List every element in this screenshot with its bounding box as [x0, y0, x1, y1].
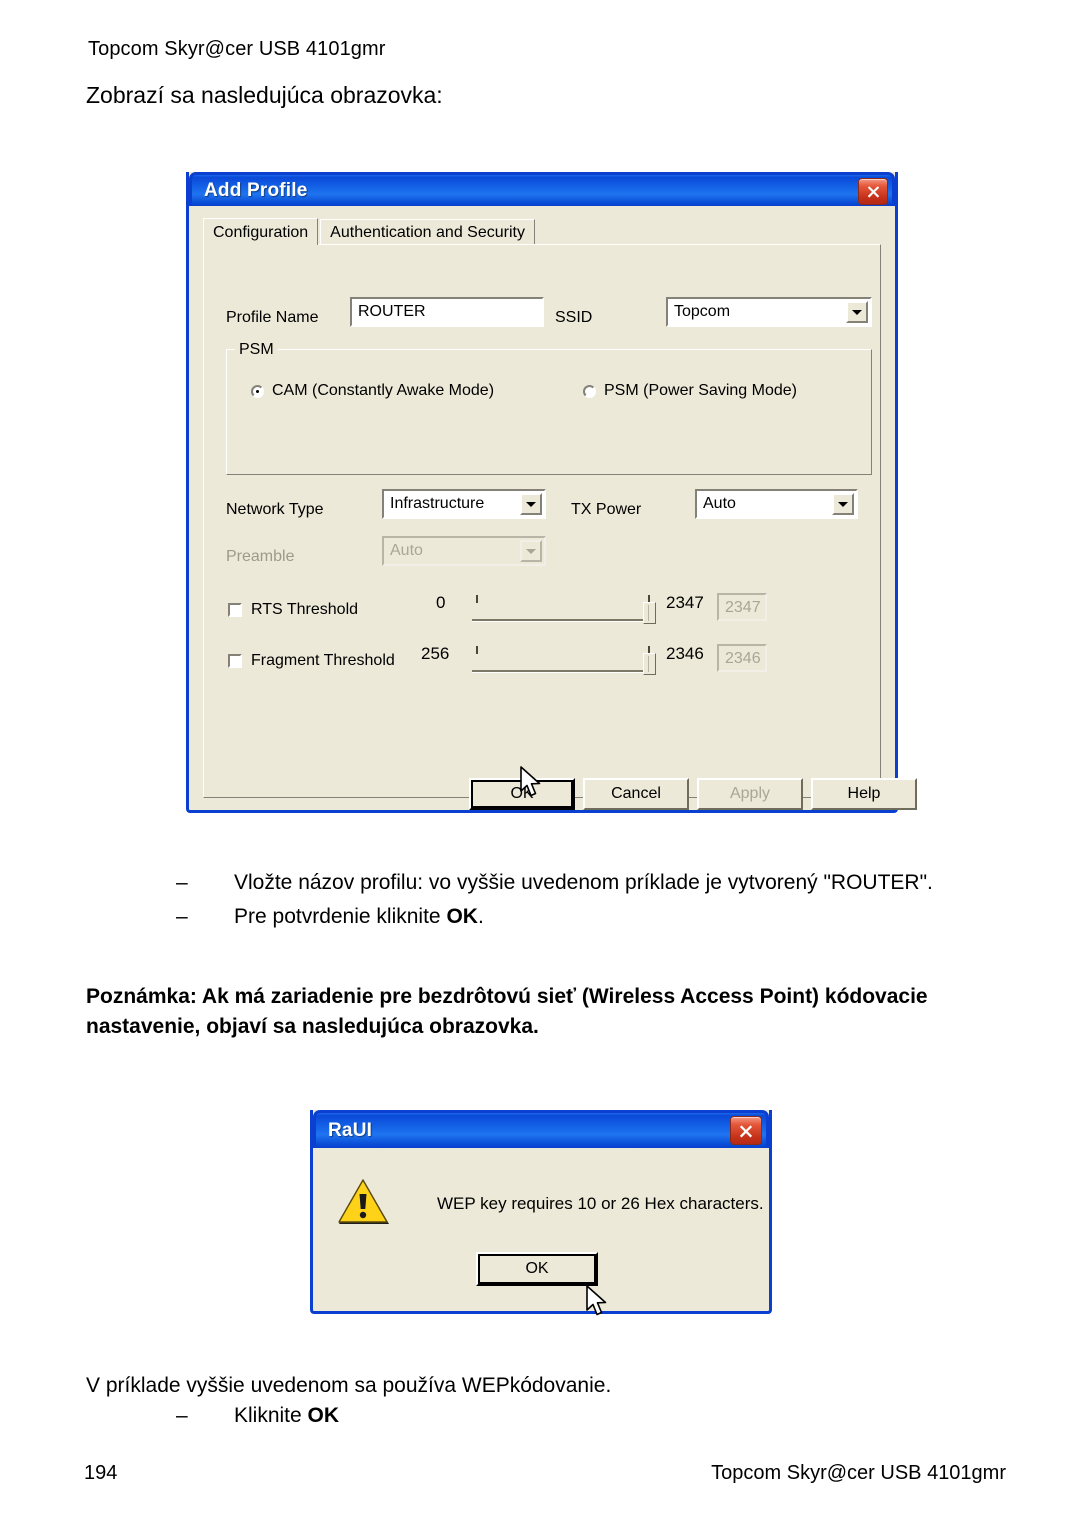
preamble-label: Preamble: [226, 548, 295, 565]
add-profile-dialog: Add Profile Configuration Authentication…: [186, 172, 917, 813]
footer-document-title: Topcom Skyr@cer USB 4101gmr: [711, 1462, 1006, 1484]
bullet-text: Pre potvrdenie kliknite OK.: [234, 902, 1016, 932]
bullet-text: Vložte názov profilu: vo vyššie uvedenom…: [234, 871, 933, 894]
network-type-label: Network Type: [226, 501, 324, 518]
checkbox-indicator-rts: [228, 603, 242, 617]
list-item: – Vložte názov profilu: vo vyššie uveden…: [176, 868, 1016, 898]
fragment-threshold-min: 256: [421, 644, 450, 663]
close-icon[interactable]: [858, 178, 888, 205]
configuration-tab-panel: Profile Name ROUTER SSID Topcom PSM CAM …: [203, 244, 917, 810]
tab-authentication-and-security[interactable]: Authentication and Security: [320, 219, 535, 244]
rts-threshold-value: 2347: [717, 593, 767, 621]
bullet-dash: –: [176, 905, 188, 928]
add-profile-body: Configuration Authentication and Securit…: [189, 206, 917, 810]
tx-power-label: TX Power: [571, 501, 642, 518]
bullet-text-before: Kliknite: [234, 1404, 308, 1427]
fragment-threshold-checkbox[interactable]: Fragment Threshold: [228, 652, 395, 670]
bullet-text-bold: OK: [307, 1404, 340, 1427]
radio-label-psm: PSM (Power Saving Mode): [604, 382, 797, 399]
chevron-down-icon[interactable]: [846, 301, 868, 323]
bullet-text: Kliknite OK: [234, 1404, 339, 1428]
apply-button: Apply: [697, 778, 803, 810]
list-item: – Pre potvrdenie kliknite OK.: [176, 902, 1016, 932]
preamble-combobox: Auto: [382, 536, 546, 566]
closing-paragraph: V príklade vyššie uvedenom sa používa WE…: [86, 1374, 612, 1397]
bullet-dash: –: [176, 1404, 188, 1427]
add-profile-title: Add Profile: [204, 179, 308, 201]
preamble-value: Auto: [390, 542, 423, 559]
close-icon[interactable]: [730, 1116, 762, 1145]
radio-label-cam: CAM (Constantly Awake Mode): [272, 382, 495, 399]
bullet-text-before: Pre potvrdenie kliknite: [234, 905, 447, 928]
raui-title: RaUI: [328, 1119, 373, 1141]
rts-threshold-min: 0: [436, 593, 446, 612]
psm-groupbox: PSM CAM (Constantly Awake Mode) PSM (Pow…: [226, 341, 872, 475]
chevron-down-icon[interactable]: [520, 493, 542, 515]
fragment-threshold-label: Fragment Threshold: [251, 652, 395, 669]
ssid-combobox[interactable]: Topcom: [666, 297, 872, 327]
raui-body: WEP key requires 10 or 26 Hex characters…: [313, 1148, 769, 1311]
network-type-combobox[interactable]: Infrastructure: [382, 489, 546, 519]
tab-configuration[interactable]: Configuration: [203, 218, 319, 245]
warning-triangle-icon: [337, 1178, 391, 1228]
intro-paragraph: Zobrazí sa nasledujúca obrazovka:: [86, 82, 443, 108]
tx-power-value: Auto: [703, 495, 736, 512]
radio-psm-power-saving-mode[interactable]: PSM (Power Saving Mode): [583, 382, 797, 400]
rts-threshold-slider-thumb[interactable]: [643, 602, 656, 624]
closing-list-item: – Kliknite OK: [176, 1404, 339, 1428]
profile-name-input[interactable]: ROUTER: [350, 297, 544, 327]
profile-name-label: Profile Name: [226, 309, 319, 326]
rts-threshold-label: RTS Threshold: [251, 601, 359, 618]
radio-cam-constantly-awake-mode[interactable]: CAM (Constantly Awake Mode): [251, 382, 494, 400]
network-type-value: Infrastructure: [390, 495, 485, 512]
radio-indicator-psm: [583, 384, 596, 398]
rts-threshold-max: 2347: [666, 593, 704, 612]
psm-legend: PSM: [235, 341, 278, 359]
tabstrip: Configuration Authentication and Securit…: [203, 218, 881, 245]
fragment-threshold-max: 2346: [666, 644, 704, 663]
raui-ok-button[interactable]: OK: [476, 1252, 598, 1286]
chevron-down-icon: [520, 540, 542, 562]
footer-page-number: 194: [84, 1462, 118, 1484]
radio-indicator-cam: [251, 384, 264, 398]
ssid-label: SSID: [555, 309, 593, 326]
rts-threshold-checkbox[interactable]: RTS Threshold: [228, 601, 358, 619]
fragment-threshold-slider[interactable]: [472, 646, 656, 678]
raui-titlebar: RaUI: [313, 1110, 769, 1148]
page-running-head: Topcom Skyr@cer USB 4101gmr: [88, 38, 386, 60]
help-button[interactable]: Help: [811, 778, 917, 810]
add-profile-titlebar: Add Profile: [189, 172, 895, 206]
note-paragraph: Poznámka: Ak má zariadenie pre bezdrôtov…: [86, 985, 928, 1038]
chevron-down-icon[interactable]: [832, 493, 854, 515]
bullet-text-after: .: [477, 905, 484, 928]
bullet-dash: –: [176, 871, 188, 894]
fragment-threshold-value: 2346: [717, 644, 767, 672]
bullet-text-bold: OK: [446, 905, 478, 928]
fragment-threshold-slider-thumb[interactable]: [643, 653, 656, 675]
raui-message-text: WEP key requires 10 or 26 Hex characters…: [437, 1194, 764, 1213]
instruction-list: – Vložte názov profilu: vo vyššie uveden…: [176, 868, 1016, 932]
checkbox-indicator-fragment: [228, 654, 242, 668]
raui-message-dialog: RaUI WEP key requires 10 or 26 Hex chara…: [310, 1110, 772, 1316]
cancel-button[interactable]: Cancel: [583, 778, 689, 810]
tx-power-combobox[interactable]: Auto: [695, 489, 858, 519]
ssid-value: Topcom: [674, 303, 731, 320]
ok-button[interactable]: OK: [469, 778, 575, 810]
rts-threshold-slider[interactable]: [472, 595, 656, 627]
